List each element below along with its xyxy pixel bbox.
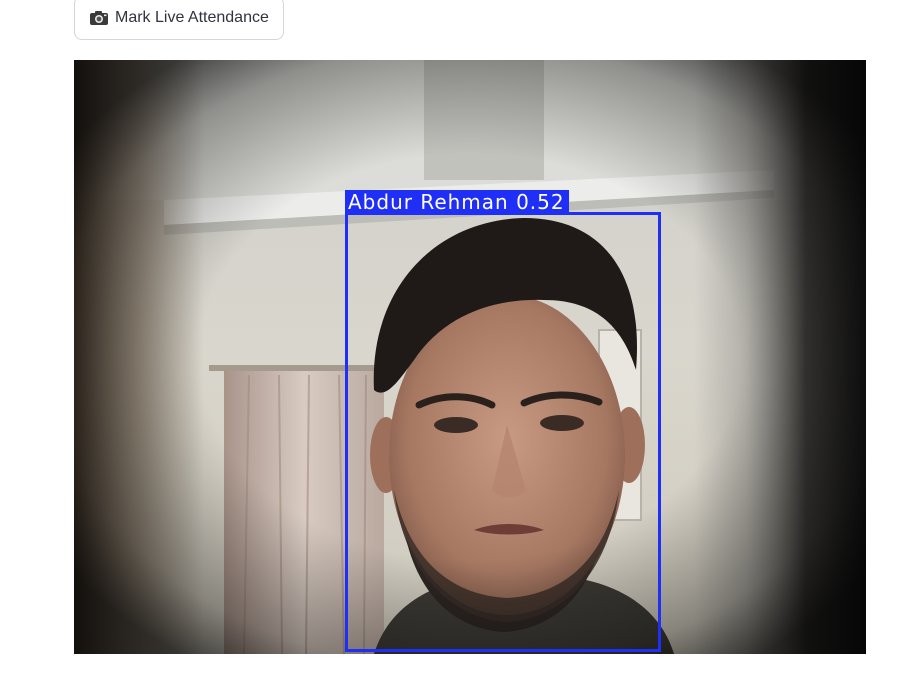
mark-live-attendance-label: Mark Live Attendance (115, 9, 269, 26)
mark-live-attendance-button[interactable]: Mark Live Attendance (74, 0, 284, 40)
face-detection-box (345, 212, 661, 652)
page: Mark Live Attendance Abdur Rehman 0.52 (0, 0, 908, 680)
face-detection-label: Abdur Rehman 0.52 (345, 190, 569, 214)
camera-icon (89, 10, 109, 26)
live-camera-feed: Abdur Rehman 0.52 (74, 60, 866, 654)
